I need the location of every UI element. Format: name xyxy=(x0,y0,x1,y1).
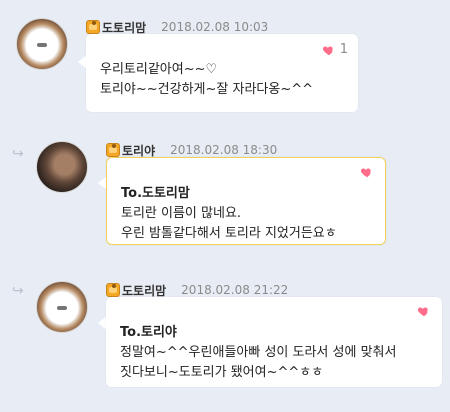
comment-bubble: To.도토리맘 토리란 이름이 많네요. 우린 밤톨같다해서 토리라 지었거든요… xyxy=(106,157,386,245)
like-button[interactable]: 1 xyxy=(320,40,348,60)
level-badge-icon xyxy=(106,143,120,157)
timestamp: 2018.02.08 21:22 xyxy=(181,283,289,297)
like-button[interactable] xyxy=(359,164,375,180)
nickname[interactable]: 도토리맘 xyxy=(122,282,166,299)
reply-to[interactable]: To.도토리맘 xyxy=(121,184,371,204)
heart-icon xyxy=(416,303,432,319)
comment-line: 토리야~~건강하게~잘 자라다옹~^^ xyxy=(100,82,314,97)
heart-icon xyxy=(359,164,375,180)
timestamp: 2018.02.08 10:03 xyxy=(161,20,269,34)
like-count: 1 xyxy=(339,42,348,57)
comment-line: 짓다보니~도토리가 됐어여~^^ㅎㅎ xyxy=(120,365,324,380)
avatar[interactable] xyxy=(16,18,68,70)
avatar[interactable] xyxy=(36,141,88,193)
comment-line: 우린 밤톨같다해서 토리라 지었거든요ㅎ xyxy=(121,226,337,241)
level-badge-icon xyxy=(86,20,100,34)
nickname[interactable]: 토리야 xyxy=(122,142,155,159)
comment-bubble: To.토리야 정말여~^^우린애들아빠 성이 도라서 성에 맞춰서 짓다보니~도… xyxy=(106,297,442,387)
comment-line: 우리토리같아여~~♡ xyxy=(100,62,218,77)
level-badge-icon xyxy=(106,283,120,297)
like-button[interactable] xyxy=(416,303,432,319)
comment-line: 정말여~^^우린애들아빠 성이 도라서 성에 맞춰서 xyxy=(120,345,397,360)
comment-bubble: 1 우리토리같아여~~♡ 토리야~~건강하게~잘 자라다옹~^^ xyxy=(86,34,358,112)
reply-arrow-icon: ↪ xyxy=(12,146,24,162)
heart-icon xyxy=(320,42,337,58)
reply-to[interactable]: To.토리야 xyxy=(120,323,428,343)
timestamp: 2018.02.08 18:30 xyxy=(170,143,278,157)
comment-line: 토리란 이름이 많네요. xyxy=(121,206,242,221)
nickname[interactable]: 도토리맘 xyxy=(102,19,146,36)
avatar[interactable] xyxy=(36,281,88,333)
reply-arrow-icon: ↪ xyxy=(12,283,24,299)
